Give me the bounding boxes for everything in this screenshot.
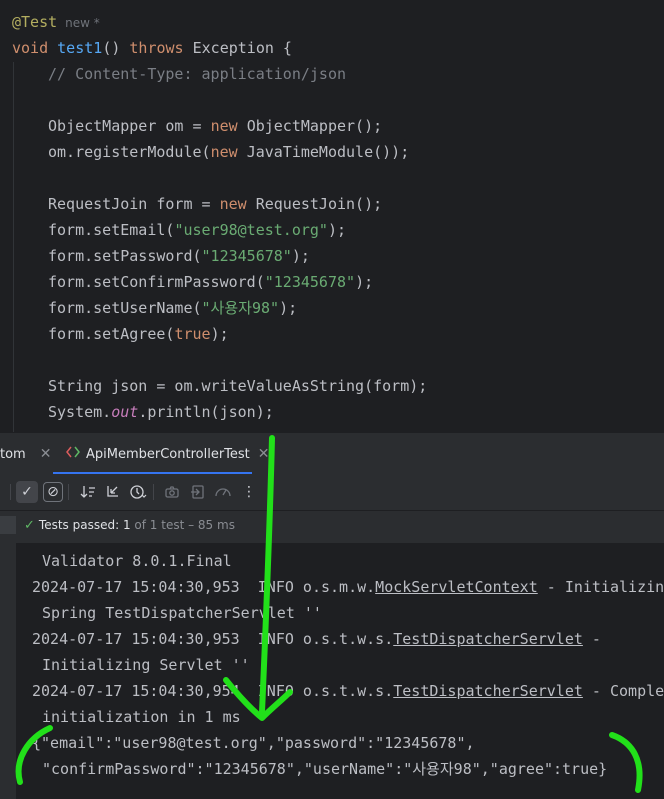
console-line: 2024-07-17 15:04:30,954 INFO o.s.t.w.s.T… — [32, 682, 664, 700]
indent-guide — [13, 62, 14, 432]
class-link[interactable]: TestDispatcherServlet — [393, 630, 583, 648]
console-line: 2024-07-17 15:04:30,953 INFO o.s.t.w.s.T… — [32, 630, 601, 648]
code-line-sysout: System.out.println(json); — [48, 403, 274, 421]
collapse-icon — [107, 486, 118, 497]
show-passed-button[interactable]: ✓ — [16, 481, 38, 503]
gutter-selection — [0, 516, 16, 534]
code-line-set-email: form.setEmail("user98@test.org"); — [48, 221, 347, 239]
console-json-line: {"email":"user98@test.org","password":"1… — [32, 734, 475, 752]
class-link[interactable]: TestDispatcherServlet — [393, 682, 583, 700]
import-icon — [191, 485, 204, 499]
console-line: Initializing Servlet '' — [42, 656, 250, 674]
screenshot-button[interactable] — [162, 482, 182, 502]
passed-check-icon: ✓ — [24, 518, 35, 533]
divider — [153, 484, 154, 500]
comment-line: // Content-Type: application/json — [48, 65, 347, 83]
collapse-button[interactable] — [103, 482, 123, 502]
tab-previous-label: tom — [0, 447, 26, 462]
passed-label: Tests passed: — [38, 518, 120, 532]
annotation-line: @Test new * — [12, 9, 100, 35]
test-run-icon — [66, 434, 80, 476]
clock-icon — [130, 485, 147, 499]
code-line-json: String json = om.writeValueAsString(form… — [48, 377, 428, 395]
annotation: @Test — [12, 13, 58, 31]
class-link[interactable]: MockServletContext — [375, 578, 538, 596]
camera-icon — [165, 486, 179, 498]
more-vertical-icon: ⋮ — [242, 484, 256, 500]
code-line-register: om.registerModule(new JavaTimeModule()); — [48, 143, 410, 161]
test-status-line: ✓ Tests passed: 1 of 1 test – 85 ms — [16, 511, 664, 544]
passed-count: 1 — [122, 518, 131, 532]
code-line-set-agree: form.setAgree(true); — [48, 325, 229, 343]
test-tree-gutter — [0, 511, 16, 799]
gauge-icon — [215, 488, 231, 497]
more-button[interactable]: ⋮ — [239, 482, 259, 502]
vcs-hint: new * — [65, 16, 100, 30]
passed-summary: of 1 test – 85 ms — [134, 518, 235, 532]
tab-api-member-controller-test[interactable]: ApiMemberControllerTest ✕ — [66, 433, 270, 475]
run-tab-bar: tom ✕ ApiMemberControllerTest ✕ — [0, 432, 664, 475]
import-button[interactable] — [188, 482, 208, 502]
tab-previous[interactable]: tom ✕ — [0, 433, 51, 475]
check-icon: ✓ — [21, 484, 33, 500]
close-icon[interactable]: ✕ — [40, 446, 52, 462]
test-toolbar: ✓ ⊘ ⋮ — [0, 474, 664, 511]
console-line: Spring TestDispatcherServlet '' — [42, 604, 322, 622]
divider — [68, 484, 69, 500]
code-line-form-decl: RequestJoin form = new RequestJoin(); — [48, 195, 383, 213]
console-json-line: "confirmPassword":"12345678","userName":… — [42, 760, 608, 778]
sort-button[interactable] — [78, 482, 98, 502]
code-editor[interactable]: @Test new * void test1() throws Exception… — [0, 0, 664, 432]
ignored-icon: ⊘ — [47, 484, 59, 500]
console-line: 2024-07-17 15:04:30,953 INFO o.s.m.w.Moc… — [32, 578, 664, 596]
close-icon[interactable]: ✕ — [258, 446, 270, 462]
code-line-objectmapper: ObjectMapper om = new ObjectMapper(); — [48, 117, 383, 135]
method-signature: void test1() throws Exception { — [12, 39, 292, 57]
sort-icon — [80, 486, 95, 498]
code-line-set-username: form.setUserName("사용자98"); — [48, 299, 298, 317]
code-line-set-password: form.setPassword("12345678"); — [48, 247, 310, 265]
history-button[interactable] — [128, 482, 148, 502]
code-line-set-confirm: form.setConfirmPassword("12345678"); — [48, 273, 374, 291]
console-line: initialization in 1 ms — [42, 708, 241, 726]
tab-label: ApiMemberControllerTest — [86, 447, 250, 462]
show-ignored-button[interactable]: ⊘ — [43, 482, 63, 502]
console-output[interactable]: Validator 8.0.1.Final 2024-07-17 15:04:3… — [16, 544, 664, 799]
coverage-button[interactable] — [213, 482, 233, 502]
console-line: Validator 8.0.1.Final — [42, 552, 232, 570]
divider — [10, 484, 11, 500]
